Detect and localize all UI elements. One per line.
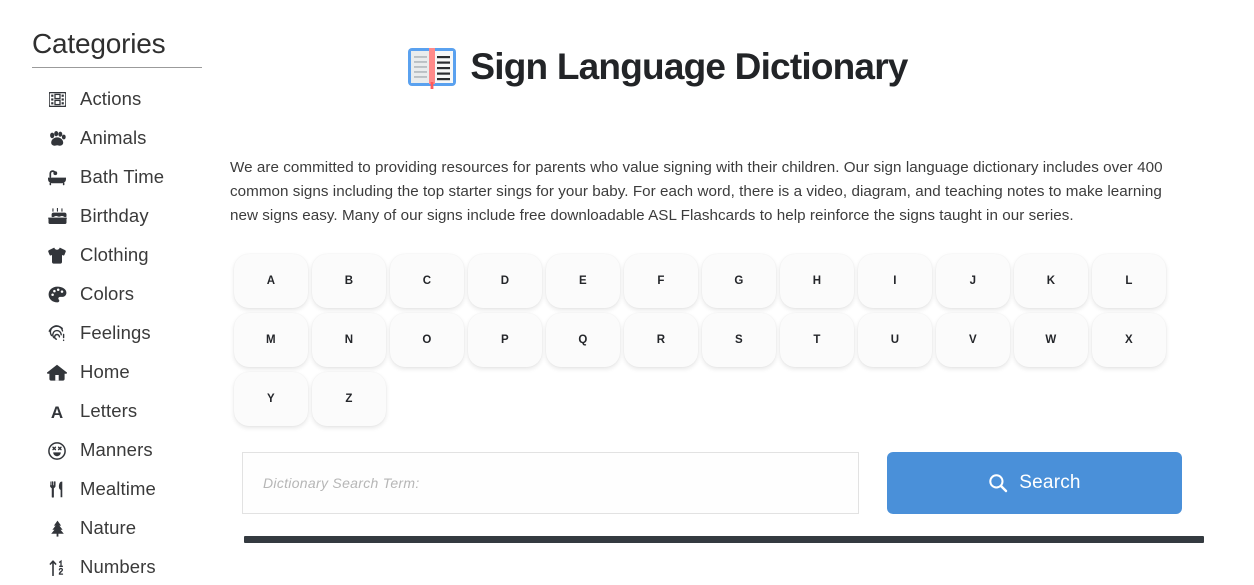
sidebar-item-bath-time[interactable]: Bath Time (30, 158, 230, 197)
sidebar-item-mealtime[interactable]: Mealtime (30, 470, 230, 509)
sidebar-divider (32, 67, 202, 68)
letter-button[interactable]: G (702, 254, 776, 309)
numbers-sort-icon (44, 559, 70, 576)
sidebar-item-label: Birthday (80, 205, 149, 227)
sidebar-item-label: Colors (80, 283, 135, 305)
letter-button[interactable]: E (546, 254, 620, 309)
open-book-icon (408, 48, 457, 90)
sidebar-item-feelings[interactable]: Feelings (30, 314, 230, 353)
sidebar-title: Categories (32, 28, 166, 59)
fork-knife-icon (44, 481, 70, 498)
letter-button[interactable]: K (1014, 254, 1088, 309)
film-icon (44, 92, 70, 107)
page-title: Sign Language Dictionary (230, 22, 1254, 112)
sidebar-item-home[interactable]: Home (30, 353, 230, 392)
letter-button[interactable]: D (468, 254, 542, 309)
letter-button[interactable]: N (312, 313, 386, 368)
fingerprint-icon (44, 325, 70, 342)
sidebar-item-label: Nature (80, 517, 137, 539)
home-icon (44, 364, 70, 381)
letter-button[interactable]: U (858, 313, 932, 368)
bathtub-icon (44, 169, 70, 186)
bottom-divider (244, 536, 1204, 543)
letter-button[interactable]: X (1092, 313, 1166, 368)
intro-paragraph: We are committed to providing resources … (230, 159, 1163, 225)
dictionary-page: Categories Actions Animals Bath Time Bir… (0, 0, 1254, 585)
sidebar-item-manners[interactable]: Manners (30, 431, 230, 470)
sidebar-item-nature[interactable]: Nature (30, 509, 230, 548)
sidebar-item-label: Mealtime (80, 478, 156, 500)
letter-button[interactable]: O (390, 313, 464, 368)
palette-icon (44, 286, 70, 303)
main-content: Sign Language Dictionary We are committe… (230, 0, 1254, 585)
tree-icon (44, 520, 70, 537)
sidebar-item-label: Clothing (80, 244, 149, 266)
sidebar-item-label: Home (80, 361, 130, 383)
sidebar-item-letters[interactable]: A Letters (30, 392, 230, 431)
sidebar-item-label: Actions (80, 88, 142, 110)
letter-button[interactable]: S (702, 313, 776, 368)
letter-button[interactable]: Q (546, 313, 620, 368)
sidebar-item-label: Numbers (80, 556, 156, 578)
letter-button[interactable]: J (936, 254, 1010, 309)
sidebar-item-label: Bath Time (80, 166, 165, 188)
letter-button[interactable]: T (780, 313, 854, 368)
letter-button[interactable]: R (624, 313, 698, 368)
sidebar-item-label: Letters (80, 400, 138, 422)
page-title-text: Sign Language Dictionary (470, 45, 908, 87)
letter-button[interactable]: C (390, 254, 464, 309)
letter-button[interactable]: P (468, 313, 542, 368)
alphabet-button-grid: A B C D E F G H I J K L M N O P Q R S T … (234, 254, 1174, 427)
sidebar-item-animals[interactable]: Animals (30, 119, 230, 158)
letter-button[interactable]: B (312, 254, 386, 309)
letter-button[interactable]: A (234, 254, 308, 309)
sidebar-item-label: Animals (80, 127, 147, 149)
paw-icon (44, 130, 70, 147)
letter-a-icon: A (44, 403, 70, 420)
sidebar-item-clothing[interactable]: Clothing (30, 236, 230, 275)
letter-button[interactable]: F (624, 254, 698, 309)
smiley-face-icon (44, 441, 70, 460)
letter-button[interactable]: Y (234, 372, 308, 427)
letter-button[interactable]: M (234, 313, 308, 368)
search-button-label: Search (1019, 472, 1081, 494)
tshirt-icon (44, 247, 70, 264)
letter-button[interactable]: I (858, 254, 932, 309)
letter-button[interactable]: L (1092, 254, 1166, 309)
search-bar: Search (242, 452, 1187, 515)
sidebar-item-label: Manners (80, 439, 153, 461)
sidebar-item-numbers[interactable]: Numbers (30, 548, 230, 585)
categories-sidebar: Categories Actions Animals Bath Time Bir… (0, 0, 230, 585)
category-list: Actions Animals Bath Time Birthday Cloth… (30, 80, 230, 585)
sidebar-item-colors[interactable]: Colors (30, 275, 230, 314)
sidebar-item-label: Feelings (80, 322, 151, 344)
letter-button[interactable]: W (1014, 313, 1088, 368)
letter-button[interactable]: V (936, 313, 1010, 368)
letter-button[interactable]: Z (312, 372, 386, 427)
search-button[interactable]: Search (887, 452, 1182, 515)
svg-text:A: A (51, 403, 63, 420)
sidebar-item-birthday[interactable]: Birthday (30, 197, 230, 236)
birthday-cake-icon (44, 208, 70, 225)
search-icon (989, 474, 1008, 493)
sidebar-item-actions[interactable]: Actions (30, 80, 230, 119)
letter-button[interactable]: H (780, 254, 854, 309)
search-input[interactable] (242, 452, 859, 515)
